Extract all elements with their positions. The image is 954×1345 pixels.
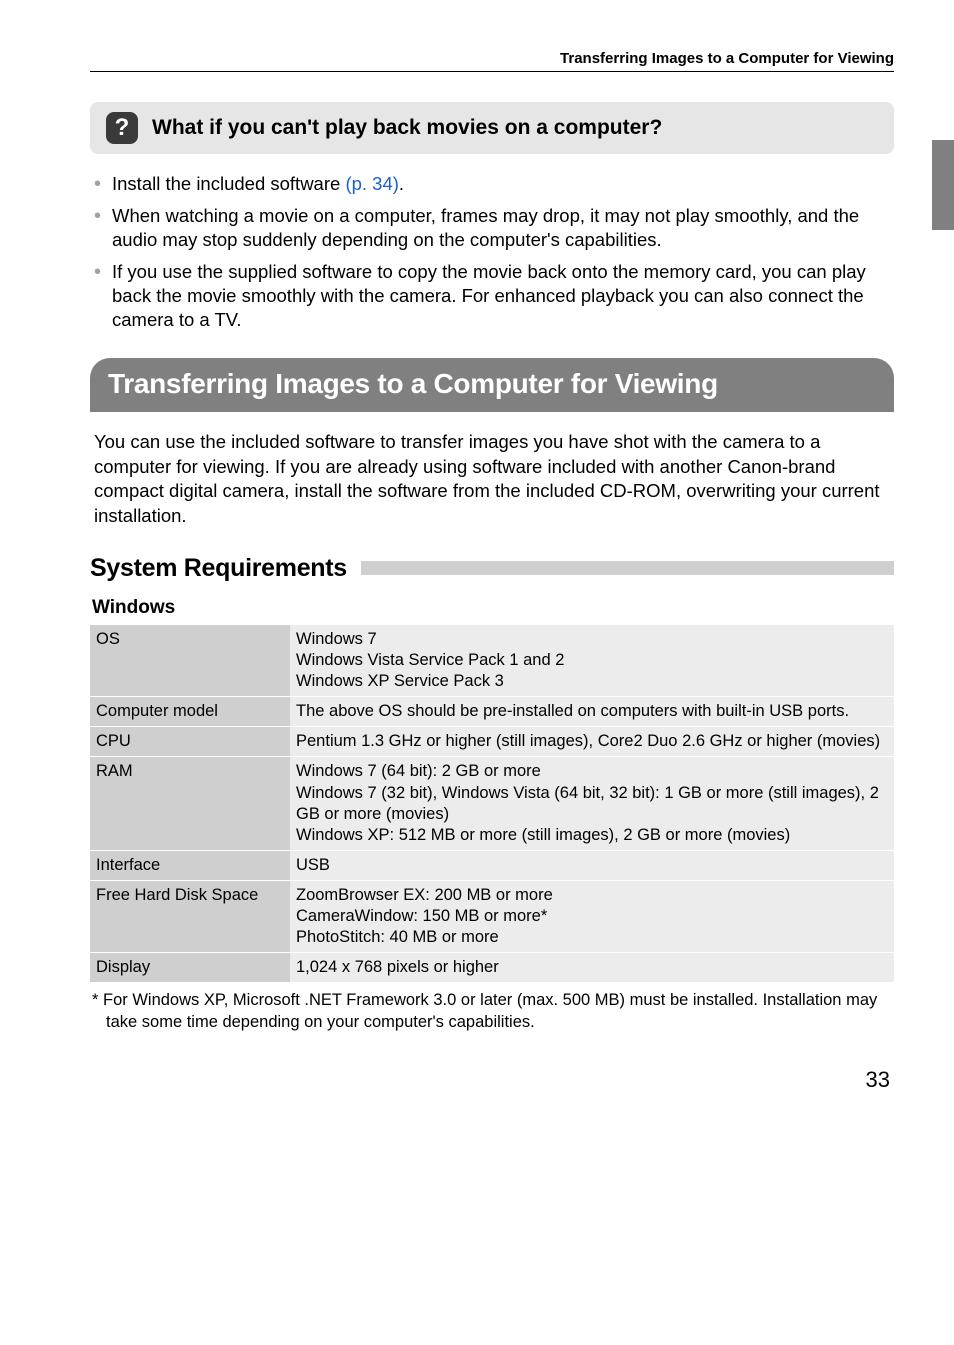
spec-label: RAM xyxy=(90,757,290,850)
subsection-heading-row: System Requirements xyxy=(90,554,894,583)
spec-label: Free Hard Disk Space xyxy=(90,881,290,953)
spec-label: Interface xyxy=(90,850,290,880)
callout-title: What if you can't play back movies on a … xyxy=(152,116,662,140)
spec-label: Display xyxy=(90,953,290,983)
tip-item: When watching a movie on a computer, fra… xyxy=(94,204,890,252)
table-row: RAMWindows 7 (64 bit): 2 GB or moreWindo… xyxy=(90,757,894,850)
tip-item: If you use the supplied software to copy… xyxy=(94,260,890,332)
page-ref-link[interactable]: (p. 34) xyxy=(345,173,398,194)
sub-subsection-heading: Windows xyxy=(92,597,894,619)
spec-value: USB xyxy=(290,850,894,880)
table-row: OSWindows 7Windows Vista Service Pack 1 … xyxy=(90,625,894,697)
tips-list: Install the included software (p. 34). W… xyxy=(90,172,894,332)
spec-value: ZoomBrowser EX: 200 MB or moreCameraWind… xyxy=(290,881,894,953)
spec-value: Pentium 1.3 GHz or higher (still images)… xyxy=(290,727,894,757)
intro-paragraph: You can use the included software to tra… xyxy=(94,430,890,528)
table-row: Free Hard Disk SpaceZoomBrowser EX: 200 … xyxy=(90,881,894,953)
table-row: CPUPentium 1.3 GHz or higher (still imag… xyxy=(90,727,894,757)
spec-value: The above OS should be pre-installed on … xyxy=(290,697,894,727)
page-number: 33 xyxy=(90,1067,894,1093)
spec-table: OSWindows 7Windows Vista Service Pack 1 … xyxy=(90,625,894,983)
spec-label: CPU xyxy=(90,727,290,757)
side-tab-indicator xyxy=(932,140,954,230)
tip-text: Install the included software xyxy=(112,173,345,194)
spec-label: OS xyxy=(90,625,290,697)
question-mark-icon: ? xyxy=(106,112,138,144)
running-head: Transferring Images to a Computer for Vi… xyxy=(90,50,894,67)
spec-value: Windows 7 (64 bit): 2 GB or moreWindows … xyxy=(290,757,894,850)
table-row: Computer modelThe above OS should be pre… xyxy=(90,697,894,727)
spec-label: Computer model xyxy=(90,697,290,727)
spec-value: 1,024 x 768 pixels or higher xyxy=(290,953,894,983)
subsection-rule xyxy=(361,561,894,575)
spec-value: Windows 7Windows Vista Service Pack 1 an… xyxy=(290,625,894,697)
tip-text-suffix: . xyxy=(399,173,404,194)
callout-box: ? What if you can't play back movies on … xyxy=(90,102,894,154)
table-row: InterfaceUSB xyxy=(90,850,894,880)
footnote: * For Windows XP, Microsoft .NET Framewo… xyxy=(92,990,892,1032)
subsection-heading: System Requirements xyxy=(90,554,347,583)
table-row: Display1,024 x 768 pixels or higher xyxy=(90,953,894,983)
section-heading: Transferring Images to a Computer for Vi… xyxy=(90,358,894,412)
header-rule xyxy=(90,71,894,72)
tip-item: Install the included software (p. 34). xyxy=(94,172,890,196)
